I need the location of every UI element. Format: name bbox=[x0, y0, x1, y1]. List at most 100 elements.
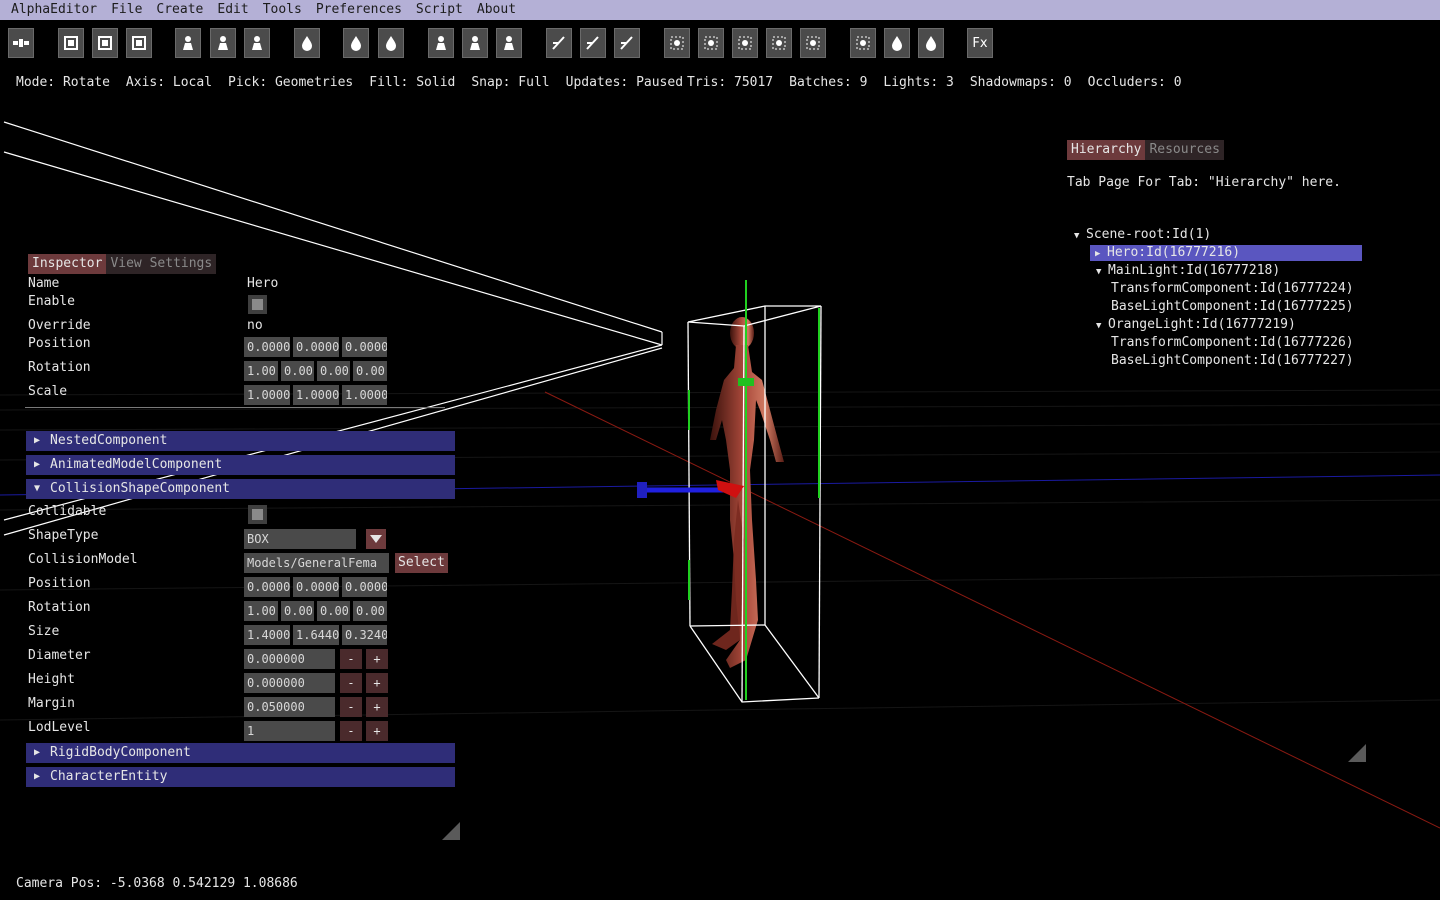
rig-icon-3[interactable] bbox=[496, 28, 522, 58]
component-nested[interactable]: ▶ NestedComponent bbox=[26, 431, 455, 451]
particles-icon[interactable] bbox=[850, 28, 876, 58]
tab-inspector[interactable]: Inspector bbox=[28, 254, 107, 274]
diameter-increment-button[interactable]: + bbox=[366, 649, 388, 669]
expand-right-icon[interactable]: ▶ bbox=[1095, 246, 1107, 262]
menu-preferences[interactable]: Preferences bbox=[309, 0, 409, 20]
split-view-icon[interactable] bbox=[92, 28, 118, 58]
height-increment-button[interactable]: + bbox=[366, 673, 388, 693]
collision-rotation-z-field[interactable]: 0.00 bbox=[353, 601, 387, 621]
link-icon[interactable] bbox=[766, 28, 792, 58]
fx-icon[interactable]: Fx bbox=[967, 28, 993, 58]
collidable-checkbox[interactable] bbox=[248, 505, 267, 524]
dropdown-arrow-icon[interactable] bbox=[366, 529, 386, 549]
axis-x-icon[interactable] bbox=[546, 28, 572, 58]
tree-item[interactable]: BaseLightComponent:Id(16777225) bbox=[1111, 299, 1354, 315]
axis-y-icon[interactable] bbox=[580, 28, 606, 58]
collision-position-z-field[interactable]: 0.0000 bbox=[342, 577, 387, 597]
height-decrement-button[interactable]: - bbox=[340, 673, 362, 693]
tree-item[interactable]: ▼ OrangeLight:Id(16777219) bbox=[1096, 317, 1296, 333]
component-rigid-body[interactable]: ▶ RigidBodyComponent bbox=[26, 743, 455, 763]
tree-item[interactable]: ▼ Scene-root:Id(1) bbox=[1074, 227, 1211, 243]
separator bbox=[25, 407, 445, 408]
collision-model-row: CollisionModel Models/GeneralFema Select bbox=[28, 551, 458, 573]
fx-label: Fx bbox=[972, 35, 988, 51]
lod-level-row: LodLevel 1 - + bbox=[28, 719, 458, 741]
tree-item[interactable]: TransformComponent:Id(16777224) bbox=[1111, 281, 1354, 297]
light-probe-icon[interactable] bbox=[918, 28, 944, 58]
component-collision-shape[interactable]: ▼ CollisionShapeComponent bbox=[26, 479, 455, 499]
axis-z-icon[interactable] bbox=[614, 28, 640, 58]
size-x-field[interactable]: 1.4000 bbox=[244, 625, 290, 645]
collision-position-y-field[interactable]: 0.0000 bbox=[293, 577, 339, 597]
tree-item[interactable]: BaseLightComponent:Id(16777227) bbox=[1111, 353, 1354, 369]
layers-icon[interactable] bbox=[800, 28, 826, 58]
menu-tools[interactable]: Tools bbox=[256, 0, 309, 20]
expand-down-icon[interactable]: ▼ bbox=[1074, 228, 1086, 244]
play-icon[interactable] bbox=[58, 28, 84, 58]
node-graph-icon[interactable] bbox=[8, 28, 34, 58]
tree-item[interactable]: TransformComponent:Id(16777226) bbox=[1111, 335, 1354, 351]
scale-x-field[interactable]: 1.0000 bbox=[244, 385, 290, 405]
tab-hierarchy[interactable]: Hierarchy bbox=[1067, 140, 1146, 160]
light-bulb-icon[interactable] bbox=[884, 28, 910, 58]
collision-model-field[interactable]: Models/GeneralFema bbox=[244, 553, 389, 573]
menu-edit[interactable]: Edit bbox=[210, 0, 255, 20]
focus-icon[interactable] bbox=[664, 28, 690, 58]
frame-icon[interactable] bbox=[126, 28, 152, 58]
scale-y-field[interactable]: 1.0000 bbox=[293, 385, 339, 405]
scale-z-field[interactable]: 1.0000 bbox=[342, 385, 387, 405]
shape-type-select[interactable]: BOX bbox=[244, 529, 356, 549]
collision-position-x-field[interactable]: 0.0000 bbox=[244, 577, 290, 597]
margin-decrement-button[interactable]: - bbox=[340, 697, 362, 717]
grid-snap-icon[interactable] bbox=[698, 28, 724, 58]
bone-move-icon[interactable] bbox=[210, 28, 236, 58]
bone-rotate-icon[interactable] bbox=[244, 28, 270, 58]
collision-model-label: CollisionModel bbox=[28, 552, 138, 567]
resize-grip-icon[interactable] bbox=[1348, 744, 1366, 762]
position-x-field[interactable]: 0.0000 bbox=[244, 337, 290, 357]
lod-level-decrement-button[interactable]: - bbox=[340, 721, 362, 741]
rotation-z-field[interactable]: 0.00 bbox=[353, 361, 387, 381]
collision-rotation-x-field[interactable]: 0.00 bbox=[281, 601, 314, 621]
position-z-field[interactable]: 0.0000 bbox=[342, 337, 387, 357]
menu-alphaeditor[interactable]: AlphaEditor bbox=[4, 0, 104, 20]
rotation-y-field[interactable]: 0.00 bbox=[317, 361, 350, 381]
rig-icon-2[interactable] bbox=[462, 28, 488, 58]
resize-grip-icon[interactable] bbox=[442, 822, 460, 840]
lod-level-increment-button[interactable]: + bbox=[366, 721, 388, 741]
size-z-field[interactable]: 0.3240 bbox=[342, 625, 387, 645]
tree-item[interactable]: ▼ MainLight:Id(16777218) bbox=[1096, 263, 1280, 279]
height-field[interactable]: 0.000000 bbox=[244, 673, 335, 693]
margin-increment-button[interactable]: + bbox=[366, 697, 388, 717]
tab-resources[interactable]: Resources bbox=[1145, 140, 1224, 160]
chevron-right-icon: ▶ bbox=[34, 771, 41, 782]
point-light-icon[interactable] bbox=[378, 28, 404, 58]
margin-field[interactable]: 0.050000 bbox=[244, 697, 335, 717]
menu-script[interactable]: Script bbox=[409, 0, 470, 20]
rotation-x-field[interactable]: 0.00 bbox=[281, 361, 314, 381]
expand-down-icon[interactable]: ▼ bbox=[1096, 264, 1108, 280]
size-y-field[interactable]: 1.6440 bbox=[293, 625, 339, 645]
tree-item-selected[interactable]: ▶ Hero:Id(16777216) bbox=[1090, 245, 1362, 261]
collision-rotation-w-field[interactable]: 1.00 bbox=[244, 601, 278, 621]
rig-icon-1[interactable] bbox=[428, 28, 454, 58]
collision-rotation-y-field[interactable]: 0.00 bbox=[317, 601, 350, 621]
tab-view-settings[interactable]: View Settings bbox=[106, 254, 217, 274]
rotation-w-field[interactable]: 1.00 bbox=[244, 361, 278, 381]
lod-level-field[interactable]: 1 bbox=[244, 721, 335, 741]
component-character-entity[interactable]: ▶ CharacterEntity bbox=[26, 767, 455, 787]
bone-select-icon[interactable] bbox=[175, 28, 201, 58]
expand-down-icon[interactable]: ▼ bbox=[1096, 318, 1108, 334]
menu-create[interactable]: Create bbox=[149, 0, 210, 20]
spot-light-icon[interactable] bbox=[343, 28, 369, 58]
menu-about[interactable]: About bbox=[470, 0, 523, 20]
target-icon[interactable] bbox=[732, 28, 758, 58]
diameter-decrement-button[interactable]: - bbox=[340, 649, 362, 669]
select-model-button[interactable]: Select bbox=[395, 553, 448, 573]
diameter-field[interactable]: 0.000000 bbox=[244, 649, 335, 669]
component-animated-model[interactable]: ▶ AnimatedModelComponent bbox=[26, 455, 455, 475]
menu-file[interactable]: File bbox=[104, 0, 149, 20]
position-y-field[interactable]: 0.0000 bbox=[293, 337, 339, 357]
enable-checkbox[interactable] bbox=[248, 295, 267, 314]
light-icon[interactable] bbox=[294, 28, 320, 58]
